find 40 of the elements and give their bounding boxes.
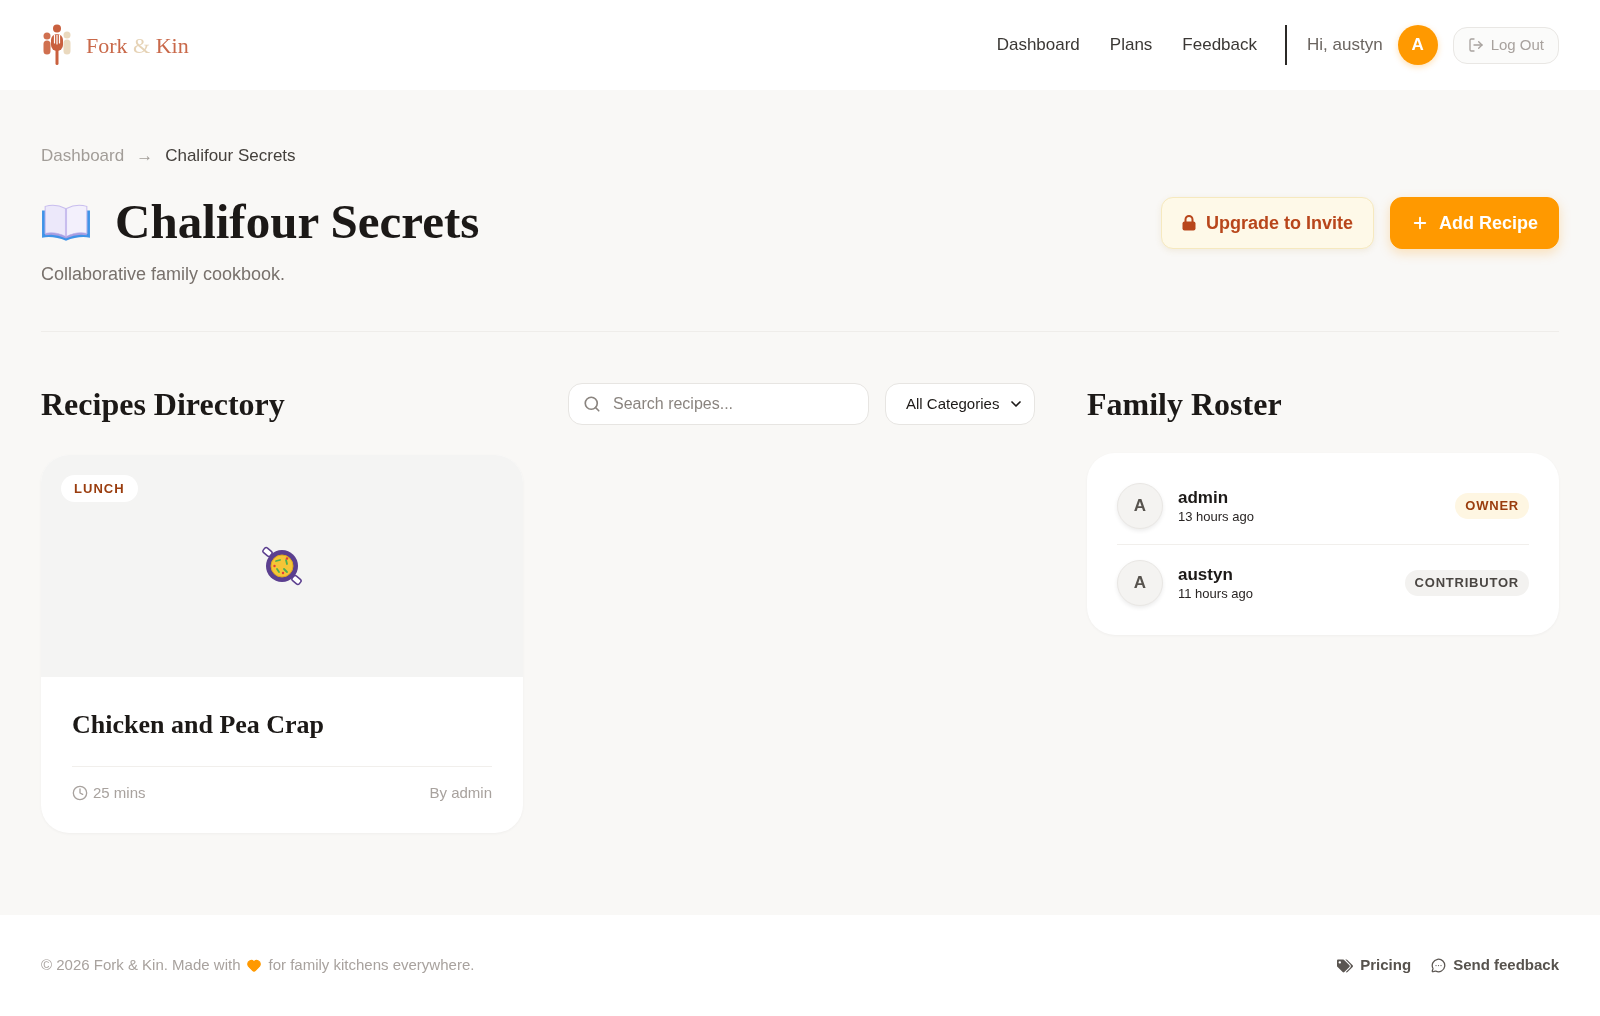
category-tag: LUNCH [61,475,138,502]
section-heading: Recipes Directory [41,385,285,424]
footer-link[interactable]: Send feedback [1431,954,1559,977]
greeting-text: Hi, austyn [1307,34,1383,57]
footer-link[interactable]: Pricing [1337,954,1412,977]
role-tag: CONTRIBUTOR [1404,570,1529,596]
lock-icon [1181,215,1196,231]
nav-link[interactable]: Feedback [1182,32,1258,58]
logo-wordmark[interactable]: Fork & Kin [86,28,189,62]
recipe-author: By admin [429,782,492,803]
search-icon [583,395,601,413]
nav-link[interactable]: Plans [1109,32,1153,58]
clock-icon [72,785,88,801]
recipe-time: 25 mins [93,782,146,803]
recipe-card[interactable]: LUNCH Chicken and Pea Crap 25 mins By admin [41,455,523,833]
member-last-seen: 13 hours ago [1178,507,1254,526]
member-last-seen: 11 hours ago [1178,584,1253,603]
category-select[interactable]: All Categories [885,383,1035,425]
footer-text: for family kitchens everywhere. [268,955,475,976]
nav-link[interactable]: Dashboard [996,32,1080,58]
footer-text: © 2026 Fork & Kin. Made with [41,955,241,976]
search-field[interactable]: Search recipes... [568,383,869,425]
recipe-title: Chicken and Pea Crap [72,709,325,741]
section-heading: Family Roster [1087,385,1282,424]
tags-icon [1337,958,1354,973]
page-title: Chalifour Secrets [115,194,480,250]
breadcrumb-current[interactable]: Chalifour Secrets [165,143,296,169]
heart-icon [246,958,263,973]
page-subtitle: Collaborative family cookbook. [41,263,286,286]
member-name: admin [1178,486,1229,508]
role-tag: OWNER [1455,493,1529,519]
paella-pan-icon [262,546,302,586]
member-avatar: A [1117,483,1163,529]
member-avatar: A [1117,560,1163,606]
breadcrumb-separator: → [136,145,154,168]
member-name: austyn [1178,563,1233,585]
logout-icon [1467,37,1484,53]
upgrade-button[interactable]: Upgrade to Invite [1160,197,1374,249]
chat-bubble-icon [1431,958,1447,973]
logo-icon [41,24,73,66]
